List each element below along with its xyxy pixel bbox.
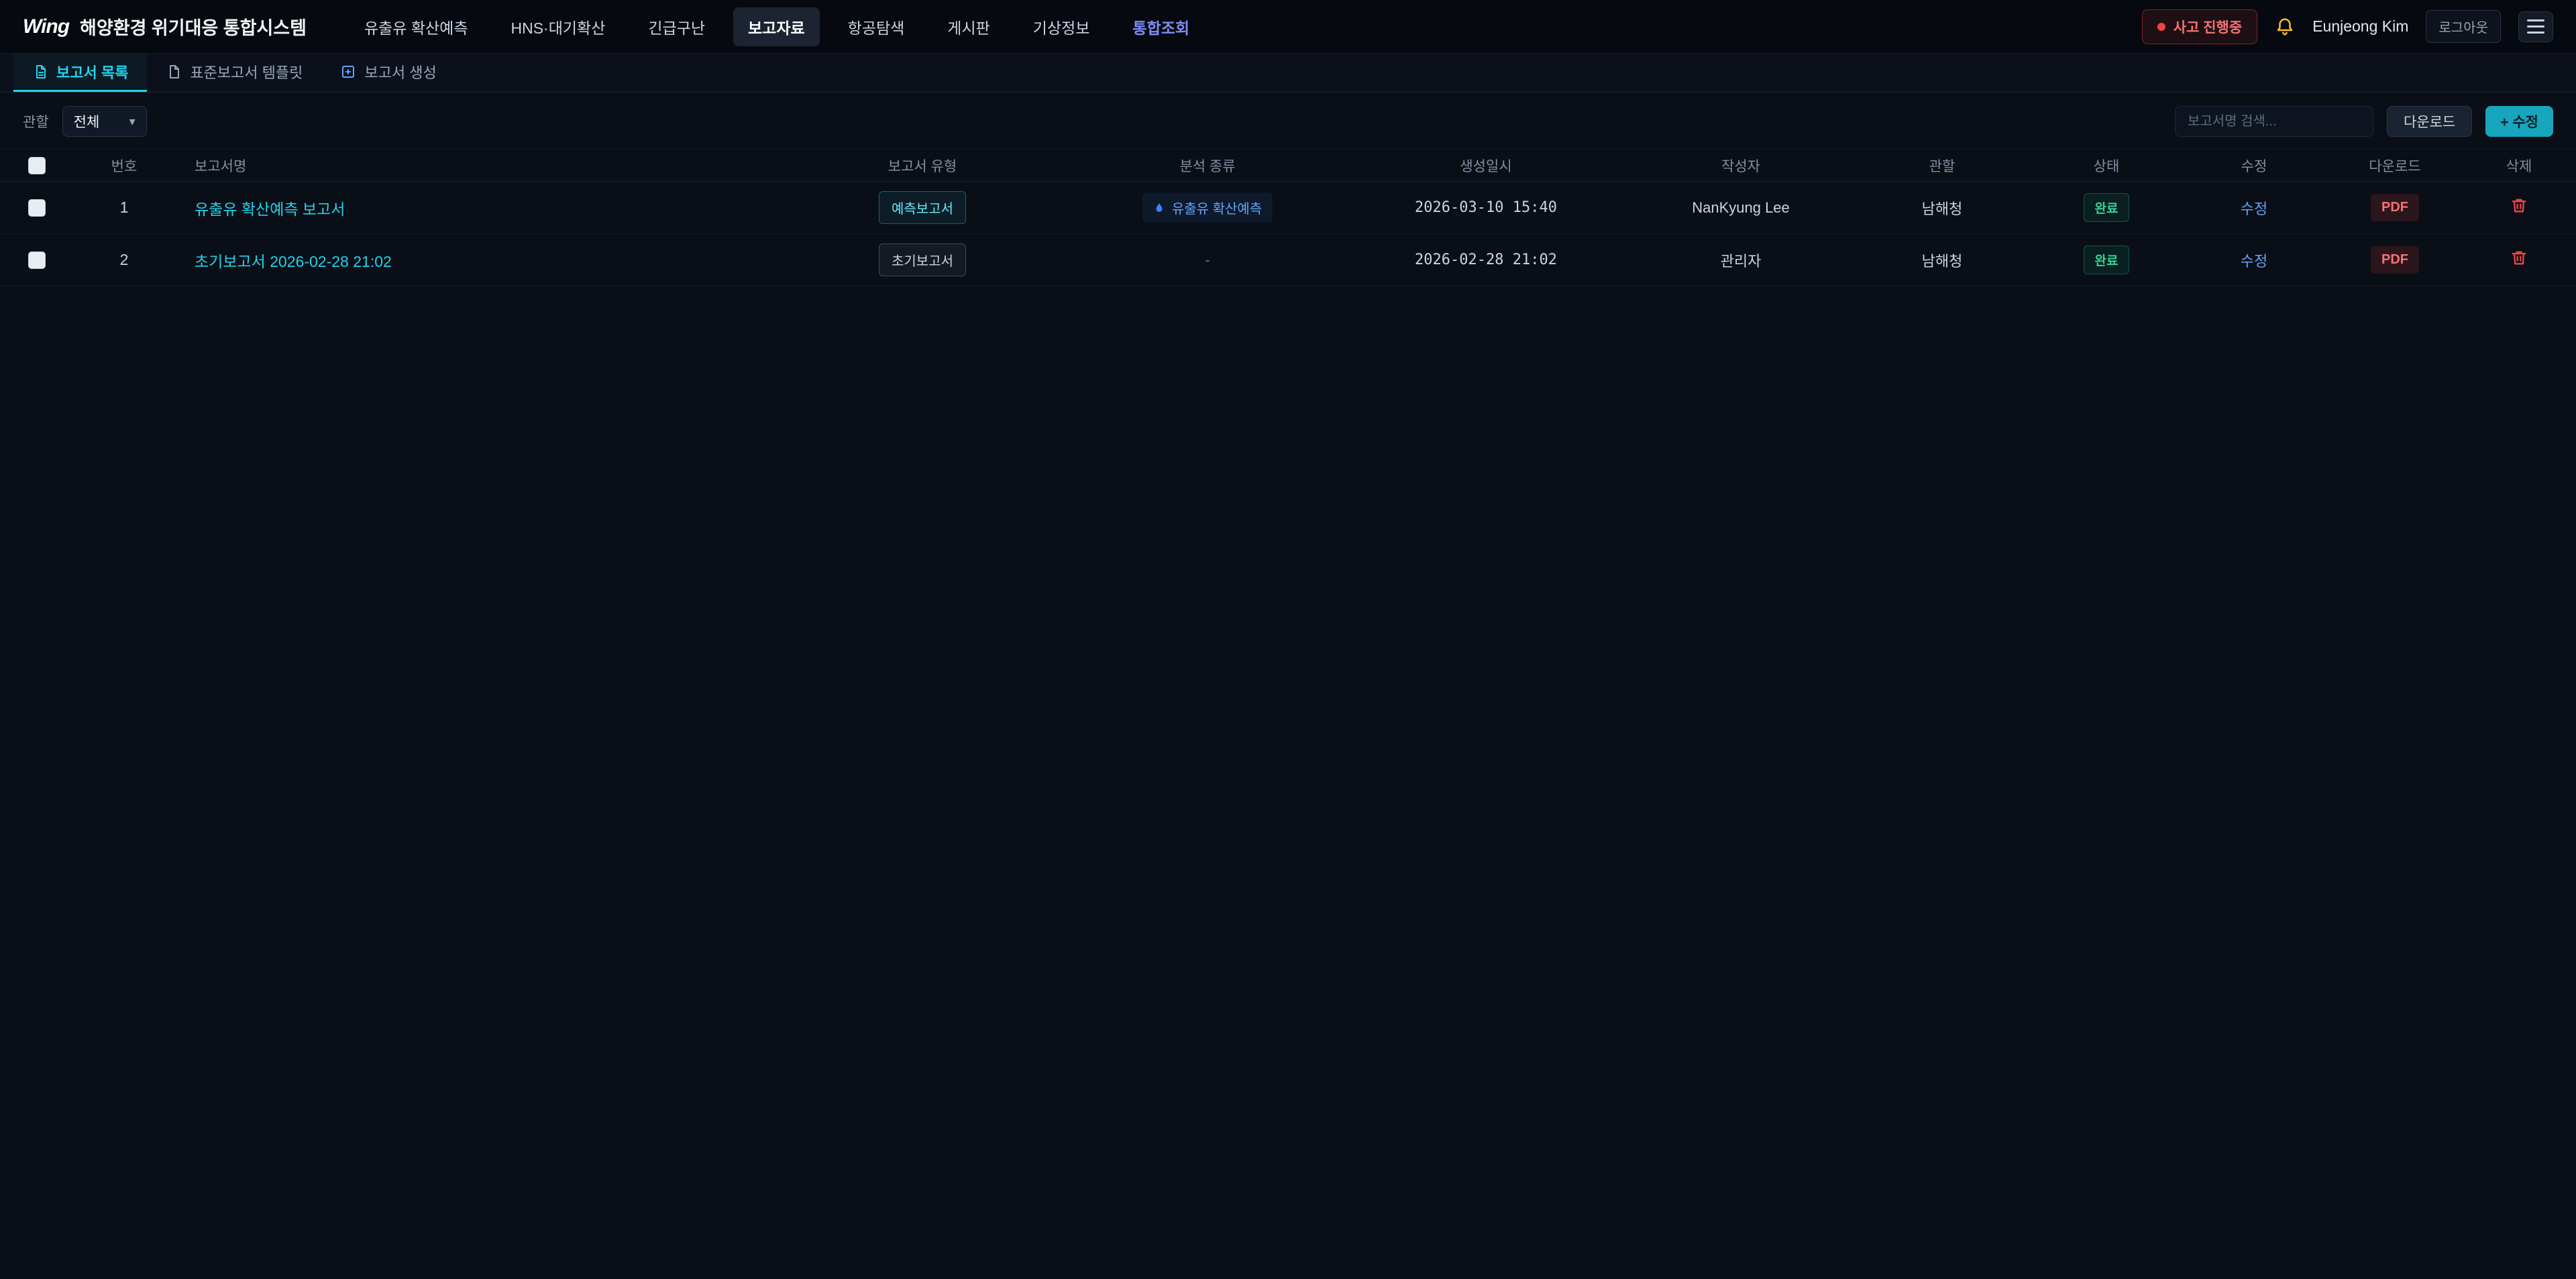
- jurisdiction: 남해청: [1851, 234, 2033, 286]
- header-report-name: 보고서명: [174, 150, 771, 182]
- app-title: 해양환경 위기대응 통합시스템: [80, 13, 307, 40]
- nav-item-board[interactable]: 게시판: [932, 7, 1004, 46]
- row-edit-button[interactable]: 수정: [2241, 249, 2267, 271]
- download-button[interactable]: 다운로드: [2387, 106, 2472, 137]
- jurisdiction-select[interactable]: 전체 ▾: [62, 106, 147, 137]
- edit-button[interactable]: + 수정: [2485, 106, 2553, 137]
- incident-in-progress-badge[interactable]: 사고 진행중: [2142, 9, 2257, 44]
- row-number: 2: [74, 234, 174, 286]
- analysis-type-badge: 유출유 확산예측: [1142, 192, 1273, 223]
- chevron-down-icon: ▾: [129, 115, 136, 129]
- row-edit-button[interactable]: 수정: [2241, 197, 2267, 219]
- header-analysis-type: 분석 종류: [1073, 150, 1342, 182]
- jurisdiction: 남해청: [1851, 182, 2033, 234]
- brand-logo: Wing 해양환경 위기대응 통합시스템: [23, 13, 307, 40]
- report-table: 번호 보고서명 보고서 유형 분석 종류 생성일시 작성자 관할 상태 수정 다…: [0, 149, 2576, 286]
- header-edit: 수정: [2180, 150, 2328, 182]
- header-created-at: 생성일시: [1342, 150, 1630, 182]
- oil-droplet-icon: [1153, 202, 1165, 214]
- header-jurisdiction: 관할: [1851, 150, 2033, 182]
- incident-badge-label: 사고 진행중: [2174, 17, 2242, 37]
- row-checkbox[interactable]: [28, 199, 46, 217]
- analysis-type-empty: -: [1205, 252, 1210, 268]
- header-right-controls: 사고 진행중 Eunjeong Kim 로그아웃: [2142, 9, 2553, 44]
- logout-button[interactable]: 로그아웃: [2426, 10, 2501, 43]
- jurisdiction-select-value: 전체: [74, 111, 100, 131]
- tab-standard-template[interactable]: 표준보고서 템플릿: [147, 54, 321, 92]
- report-list-icon: [32, 64, 48, 80]
- tab-report-create[interactable]: 보고서 생성: [321, 54, 455, 92]
- nav-item-oil-spill-prediction[interactable]: 유출유 확산예측: [350, 7, 483, 46]
- user-name: Eunjeong Kim: [2312, 17, 2408, 36]
- status-badge: 완료: [2084, 193, 2130, 222]
- jurisdiction-filter-label: 관할: [23, 111, 49, 131]
- row-number: 1: [74, 182, 174, 234]
- table-header-row: 번호 보고서명 보고서 유형 분석 종류 생성일시 작성자 관할 상태 수정 다…: [0, 150, 2576, 182]
- tab-standard-template-label: 표준보고서 템플릿: [190, 61, 303, 82]
- header-no: 번호: [74, 150, 174, 182]
- select-all-checkbox[interactable]: [28, 157, 46, 174]
- delete-row-button[interactable]: [2510, 196, 2528, 217]
- template-icon: [166, 64, 182, 80]
- report-type-badge: 초기보고서: [879, 243, 966, 276]
- header-download: 다운로드: [2328, 150, 2462, 182]
- table-row: 1 유출유 확산예측 보고서 예측보고서 유출유 확산예측 2026-03-10…: [0, 182, 2576, 234]
- nav-item-hns-air-dispersion[interactable]: HNS·대기확산: [496, 7, 621, 46]
- nav-item-weather-info[interactable]: 기상정보: [1018, 7, 1105, 46]
- report-name-link[interactable]: 유출유 확산예측 보고서: [195, 201, 345, 218]
- nav-item-reports[interactable]: 보고자료: [733, 7, 820, 46]
- table-row: 2 초기보고서 2026-02-28 21:02 초기보고서 - 2026-02…: [0, 234, 2576, 286]
- nav-item-aerial-search[interactable]: 항공탐색: [833, 7, 920, 46]
- header-status: 상태: [2033, 150, 2180, 182]
- pdf-download-button[interactable]: PDF: [2371, 194, 2419, 221]
- tab-report-list-label: 보고서 목록: [56, 61, 128, 82]
- report-create-icon: [340, 64, 356, 80]
- incident-status-dot: [2157, 23, 2165, 31]
- main-nav: 유출유 확산예측 HNS·대기확산 긴급구난 보고자료 항공탐색 게시판 기상정…: [350, 7, 1204, 46]
- report-tab-bar: 보고서 목록 표준보고서 템플릿 보고서 생성: [0, 54, 2576, 93]
- report-type-badge: 예측보고서: [879, 191, 966, 224]
- delete-row-button[interactable]: [2510, 248, 2528, 269]
- header-author: 작성자: [1630, 150, 1851, 182]
- nav-item-integrated-search[interactable]: 통합조회: [1118, 7, 1204, 46]
- created-at: 2026-02-28 21:02: [1342, 234, 1630, 286]
- header-delete: 삭제: [2462, 150, 2576, 182]
- tab-report-create-label: 보고서 생성: [364, 61, 436, 82]
- report-search-input[interactable]: [2175, 106, 2373, 137]
- filter-toolbar: 관할 전체 ▾ 다운로드 + 수정: [0, 93, 2576, 149]
- bell-icon: [2275, 17, 2295, 37]
- pdf-download-button[interactable]: PDF: [2371, 246, 2419, 274]
- tab-report-list[interactable]: 보고서 목록: [13, 54, 147, 92]
- brand-wordmark: Wing: [23, 15, 69, 38]
- notification-bell-button[interactable]: [2275, 17, 2295, 37]
- trash-icon: [2510, 196, 2528, 215]
- hamburger-menu-icon[interactable]: [2518, 11, 2553, 42]
- header-report-type: 보고서 유형: [771, 150, 1073, 182]
- report-name-link[interactable]: 초기보고서 2026-02-28 21:02: [195, 253, 392, 270]
- top-header: Wing 해양환경 위기대응 통합시스템 유출유 확산예측 HNS·대기확산 긴…: [0, 0, 2576, 54]
- created-at: 2026-03-10 15:40: [1342, 182, 1630, 234]
- analysis-type-label: 유출유 확산예측: [1172, 198, 1262, 217]
- author: 관리자: [1630, 234, 1851, 286]
- author: NanKyung Lee: [1630, 182, 1851, 234]
- nav-item-emergency-rescue[interactable]: 긴급구난: [633, 7, 720, 46]
- status-badge: 완료: [2084, 245, 2130, 274]
- trash-icon: [2510, 248, 2528, 267]
- row-checkbox[interactable]: [28, 252, 46, 269]
